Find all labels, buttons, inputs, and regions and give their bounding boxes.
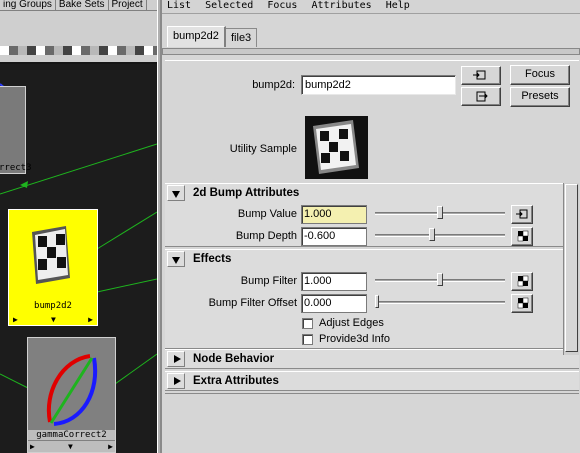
expand-port-icon[interactable]: ▼ <box>51 314 56 325</box>
menu-list[interactable]: List <box>167 0 191 11</box>
tab-project[interactable]: Project <box>109 0 147 10</box>
bump-filter-offset-label: Bump Filter Offset <box>208 297 297 309</box>
menu-selected[interactable]: Selected <box>205 0 253 11</box>
bump-filter-map-button[interactable] <box>511 272 533 291</box>
hypergraph-canvas[interactable]: rrect3 bump2d2 ▶ ▼ ▶ gammaCorrect2 ▶ ▼ ▶ <box>0 64 157 453</box>
section-title: 2d Bump Attributes <box>193 187 300 199</box>
attribute-panel: 2d Bump Attributes Bump Value 1.000 Bump… <box>165 183 579 393</box>
bump-depth-label: Bump Depth <box>235 230 297 242</box>
attribute-editor: List Selected Focus Attributes Help bump… <box>160 0 580 453</box>
bump-filter-offset-slider-thumb[interactable] <box>375 295 379 308</box>
checker-map-icon <box>517 230 529 242</box>
node-tabs: bump2d2 file3 <box>162 26 580 48</box>
tab-scrollbar[interactable] <box>162 48 580 55</box>
section-node-behavior: Node Behavior <box>165 349 579 369</box>
bump-depth-slider[interactable] <box>375 234 505 237</box>
tab-bump2d2[interactable]: bump2d2 <box>167 26 226 47</box>
attribute-scrollbar-thumb[interactable] <box>565 184 578 352</box>
provide3d-info-checkbox[interactable] <box>302 334 313 345</box>
utility-sample-swatch[interactable] <box>305 116 368 179</box>
go-to-output-button[interactable] <box>461 87 501 106</box>
expand-port-icon[interactable]: ▼ <box>68 441 73 452</box>
input-port-icon[interactable]: ▶ <box>30 441 35 452</box>
graph-node-gamma-correct-3[interactable]: rrect3 <box>0 86 32 174</box>
bump-depth-slider-thumb[interactable] <box>429 228 435 241</box>
checker-icon <box>32 226 70 284</box>
input-port-icon[interactable]: ▶ <box>13 314 18 325</box>
section-extra-attributes: Extra Attributes <box>165 371 579 391</box>
adjust-edges-label: Adjust Edges <box>319 317 384 329</box>
node-header: bump2d: bump2d2 Focus Presets Utility Sa… <box>165 60 579 180</box>
section-title: Extra Attributes <box>193 375 279 387</box>
section-effects: Effects Bump Filter 1.000 Bump Filter Of… <box>165 249 579 349</box>
output-port-icon[interactable]: ▶ <box>108 441 113 452</box>
gamma-curve-icon <box>46 354 98 426</box>
node-label: bump2d2 <box>34 301 72 311</box>
menu-bar: List Selected Focus Attributes Help <box>162 0 580 14</box>
bump-value-label: Bump Value <box>237 208 297 220</box>
focus-button[interactable]: Focus <box>510 65 570 85</box>
tab-groups[interactable]: ing Groups <box>0 0 56 10</box>
checker-icon <box>313 120 359 174</box>
arrow-in-icon <box>473 70 486 80</box>
section-title: Node Behavior <box>193 353 275 365</box>
node-label: gammaCorrect2 <box>28 430 115 440</box>
swatch-strip <box>0 46 160 55</box>
empty-editor-area <box>165 393 579 453</box>
checker-map-icon <box>517 275 529 287</box>
bump-filter-offset-slider[interactable] <box>375 301 505 304</box>
node-port-row: ▶ ▼ ▶ <box>9 314 97 325</box>
load-connected-button[interactable] <box>461 66 501 85</box>
graph-node-bump2d2[interactable]: bump2d2 ▶ ▼ ▶ <box>8 209 98 326</box>
bump-filter-field[interactable]: 1.000 <box>301 272 367 291</box>
node-name-field[interactable]: bump2d2 <box>301 75 456 95</box>
checker-map-icon <box>517 297 529 309</box>
provide3d-info-label: Provide3d Info <box>319 333 390 345</box>
node-label: rrect3 <box>0 163 32 173</box>
output-port-icon[interactable]: ▶ <box>88 314 93 325</box>
bump-filter-label: Bump Filter <box>240 275 297 287</box>
section-title: Effects <box>193 253 232 265</box>
menu-focus[interactable]: Focus <box>267 0 297 11</box>
attribute-scrollbar[interactable] <box>563 183 579 355</box>
tab-bake-sets[interactable]: Bake Sets <box>56 0 109 10</box>
presets-button[interactable]: Presets <box>510 87 570 107</box>
tab-file3[interactable]: file3 <box>225 28 258 47</box>
hypergraph-tabs: ing Groups Bake Sets Project <box>0 0 160 11</box>
bump-depth-field[interactable]: -0.600 <box>301 227 367 246</box>
adjust-edges-checkbox[interactable] <box>302 318 313 329</box>
graph-node-gamma-correct-2[interactable]: gammaCorrect2 ▶ ▼ ▶ <box>27 337 116 453</box>
bump-filter-slider-thumb[interactable] <box>437 273 443 286</box>
node-type-label: bump2d: <box>252 79 295 91</box>
bump-value-slider-thumb[interactable] <box>437 206 443 219</box>
node-port-row: ▶ ▼ ▶ <box>28 441 115 452</box>
bump-value-map-button[interactable] <box>511 205 533 224</box>
bump-depth-map-button[interactable] <box>511 227 533 246</box>
bump-value-field[interactable]: 1.000 <box>301 205 367 224</box>
arrow-out-icon <box>476 91 488 102</box>
hypergraph-panel: ing Groups Bake Sets Project rrect3 bump… <box>0 0 160 453</box>
menu-help[interactable]: Help <box>386 0 410 11</box>
bump-filter-offset-map-button[interactable] <box>511 294 533 313</box>
utility-sample-label: Utility Sample <box>229 143 297 155</box>
bump-filter-offset-field[interactable]: 0.000 <box>301 294 367 313</box>
arrow-in-icon <box>516 209 528 219</box>
section-2d-bump-attributes: 2d Bump Attributes Bump Value 1.000 Bump… <box>165 183 579 247</box>
menu-attributes[interactable]: Attributes <box>311 0 371 11</box>
